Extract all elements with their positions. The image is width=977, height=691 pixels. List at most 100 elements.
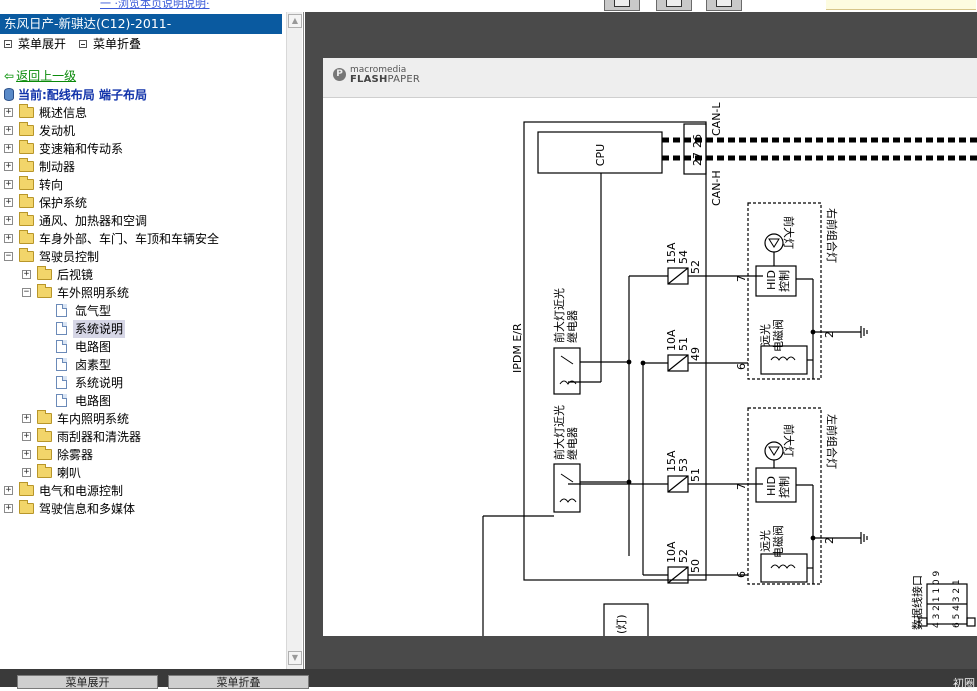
data-connector-pins-top: 4 3 2 1 1 0 9 xyxy=(932,570,942,628)
tree-item-label: 系统说明 xyxy=(75,376,124,390)
tree-item[interactable]: 系统说明 xyxy=(0,320,286,338)
expand-icon[interactable]: + xyxy=(22,432,31,441)
folder-icon xyxy=(19,248,34,262)
tree-item[interactable]: + 后视镜 xyxy=(0,266,286,284)
tree-item[interactable]: + 概述信息 xyxy=(0,104,286,122)
expand-icon[interactable]: + xyxy=(4,126,13,135)
notice-strip xyxy=(826,0,976,10)
tree-item[interactable]: − 车外照明系统 xyxy=(0,284,286,302)
data-connector-pins-bottom: 6 5 4 3 2 1 xyxy=(952,579,962,628)
sidebar: 东风日产-新骐达(C12)-2011- 菜单展开 菜单折叠 ⇦ 返回上一级 当前:… xyxy=(0,12,304,669)
folder-icon xyxy=(37,266,52,280)
relay-upper xyxy=(553,347,581,395)
expand-icon[interactable]: + xyxy=(4,144,13,153)
tree-item-label: 通风、加热器和空调 xyxy=(39,214,148,228)
current-label: 当前:配线布局 端子布局 xyxy=(18,88,147,102)
tree-item[interactable]: + 电气和电源控制 xyxy=(0,482,286,500)
folder-icon xyxy=(19,194,34,208)
tree-item[interactable]: − 驾驶员控制 xyxy=(0,248,286,266)
folder-icon xyxy=(37,464,52,478)
toolbar-button-2[interactable] xyxy=(656,0,692,11)
nav-tree: + 概述信息 + 发动机 + 变速箱和传动系 + 制动器 + 转向 + 保护系统 + 通风、加热器和空调 +… xyxy=(0,104,286,518)
tree-item[interactable]: 电路图 xyxy=(0,392,286,410)
pin-2-upper: 2 xyxy=(823,331,836,338)
expand-icon[interactable]: + xyxy=(4,504,13,513)
folder-icon xyxy=(37,446,52,460)
document-icon xyxy=(56,394,67,407)
collapse-icon[interactable]: − xyxy=(4,252,13,261)
expand-icon[interactable]: + xyxy=(22,468,31,477)
toolbar-button-1[interactable] xyxy=(604,0,640,11)
tree-item[interactable]: 卤素型 xyxy=(0,356,286,374)
hid-lower-label-1: HID xyxy=(765,476,778,496)
menu-collapse-button[interactable]: 菜单折叠 xyxy=(79,36,141,52)
expand-icon[interactable]: + xyxy=(4,234,13,243)
top-link[interactable]: 一 ·浏览本页说明说明· xyxy=(100,0,210,11)
expand-icon[interactable]: + xyxy=(22,450,31,459)
tree-item[interactable]: + 喇叭 xyxy=(0,464,286,482)
relay-upper-label-1: 前大灯近光 xyxy=(552,288,566,343)
tree-item-label: 车内照明系统 xyxy=(57,412,130,426)
scroll-up-icon[interactable]: ▲ xyxy=(288,14,302,28)
tree-item[interactable]: + 除雾器 xyxy=(0,446,286,464)
pin-2-lower: 2 xyxy=(823,537,836,544)
menu-expand-button[interactable]: 菜单展开 xyxy=(4,36,66,52)
pin-6-lower: 6 xyxy=(735,571,748,578)
tree-item-label: 后视镜 xyxy=(57,268,94,282)
expand-icon[interactable]: + xyxy=(4,198,13,207)
expand-icon[interactable]: + xyxy=(22,270,31,279)
tree-item-label: 变速箱和传动系 xyxy=(39,142,124,156)
expand-icon[interactable]: + xyxy=(22,414,31,423)
tree-item[interactable]: 电路图 xyxy=(0,338,286,356)
tree-item[interactable]: 系统说明 xyxy=(0,374,286,392)
toolbar-button-icon xyxy=(614,0,630,7)
folder-icon xyxy=(19,500,34,514)
logo-brand-part2: PAPER xyxy=(387,74,421,85)
collapse-icon[interactable]: − xyxy=(22,288,31,297)
tree-item[interactable]: + 车身外部、车门、车顶和车辆安全 xyxy=(0,230,286,248)
scroll-down-icon[interactable]: ▼ xyxy=(288,651,302,665)
expand-icon[interactable]: + xyxy=(4,108,13,117)
tree-item[interactable]: + 雨刮器和清洗器 xyxy=(0,428,286,446)
panel-splitter[interactable] xyxy=(305,12,313,669)
tree-item[interactable]: + 发动机 xyxy=(0,122,286,140)
hid-upper-label-2: 控制 xyxy=(777,270,791,292)
back-link[interactable]: ⇦ 返回上一级 xyxy=(4,68,76,84)
far-lower-label-2: 电磁阀 xyxy=(771,525,785,558)
tree-item-label: 喇叭 xyxy=(57,466,82,480)
expand-icon[interactable]: + xyxy=(4,216,13,225)
collapse-all-icon xyxy=(79,40,87,48)
back-arrow-icon: ⇦ xyxy=(4,69,15,83)
folder-icon xyxy=(19,104,34,118)
expand-icon[interactable]: + xyxy=(4,162,13,171)
tree-item[interactable]: + 制动器 xyxy=(0,158,286,176)
document-icon xyxy=(56,304,67,317)
expand-icon[interactable]: + xyxy=(4,180,13,189)
tree-item-label: 保护系统 xyxy=(39,196,88,210)
tree-item-label: 除雾器 xyxy=(57,448,94,462)
pin-27-label: 27 xyxy=(691,152,704,166)
folder-icon xyxy=(19,482,34,496)
tree-item-label: 卤素型 xyxy=(75,358,112,372)
tree-item[interactable]: 氙气型 xyxy=(0,302,286,320)
toolbar-button-3[interactable] xyxy=(706,0,742,11)
expand-icon[interactable]: + xyxy=(4,486,13,495)
relay-lower-label-1: 前大灯近光 xyxy=(552,405,566,460)
tree-item[interactable]: + 通风、加热器和空调 xyxy=(0,212,286,230)
tree-item-label: 电气和电源控制 xyxy=(39,484,124,498)
logo-brand: FLASHPAPER xyxy=(350,74,420,85)
headlamp-upper-label: 前大灯 xyxy=(782,216,796,249)
tree-item[interactable]: + 转向 xyxy=(0,176,286,194)
tree-item[interactable]: + 变速箱和传动系 xyxy=(0,140,286,158)
pin-49-label: 49 xyxy=(689,347,702,361)
data-connector-label: 数据线接口 xyxy=(910,575,924,630)
tree-item-label: 电路图 xyxy=(75,340,112,354)
current-location: 当前:配线布局 端子布局 xyxy=(4,87,147,103)
tree-item[interactable]: + 车内照明系统 xyxy=(0,410,286,428)
tree-item-label: 制动器 xyxy=(39,160,76,174)
document-viewer: P macromedia FLASHPAPER CPU CAN-L CAN-H … xyxy=(313,12,977,669)
logo-brand-part1: FLASH xyxy=(350,74,388,85)
tree-item[interactable]: + 保护系统 xyxy=(0,194,286,212)
sidebar-scrollbar[interactable]: ▲ ▼ xyxy=(286,12,302,669)
tree-item[interactable]: + 驾驶信息和多媒体 xyxy=(0,500,286,518)
